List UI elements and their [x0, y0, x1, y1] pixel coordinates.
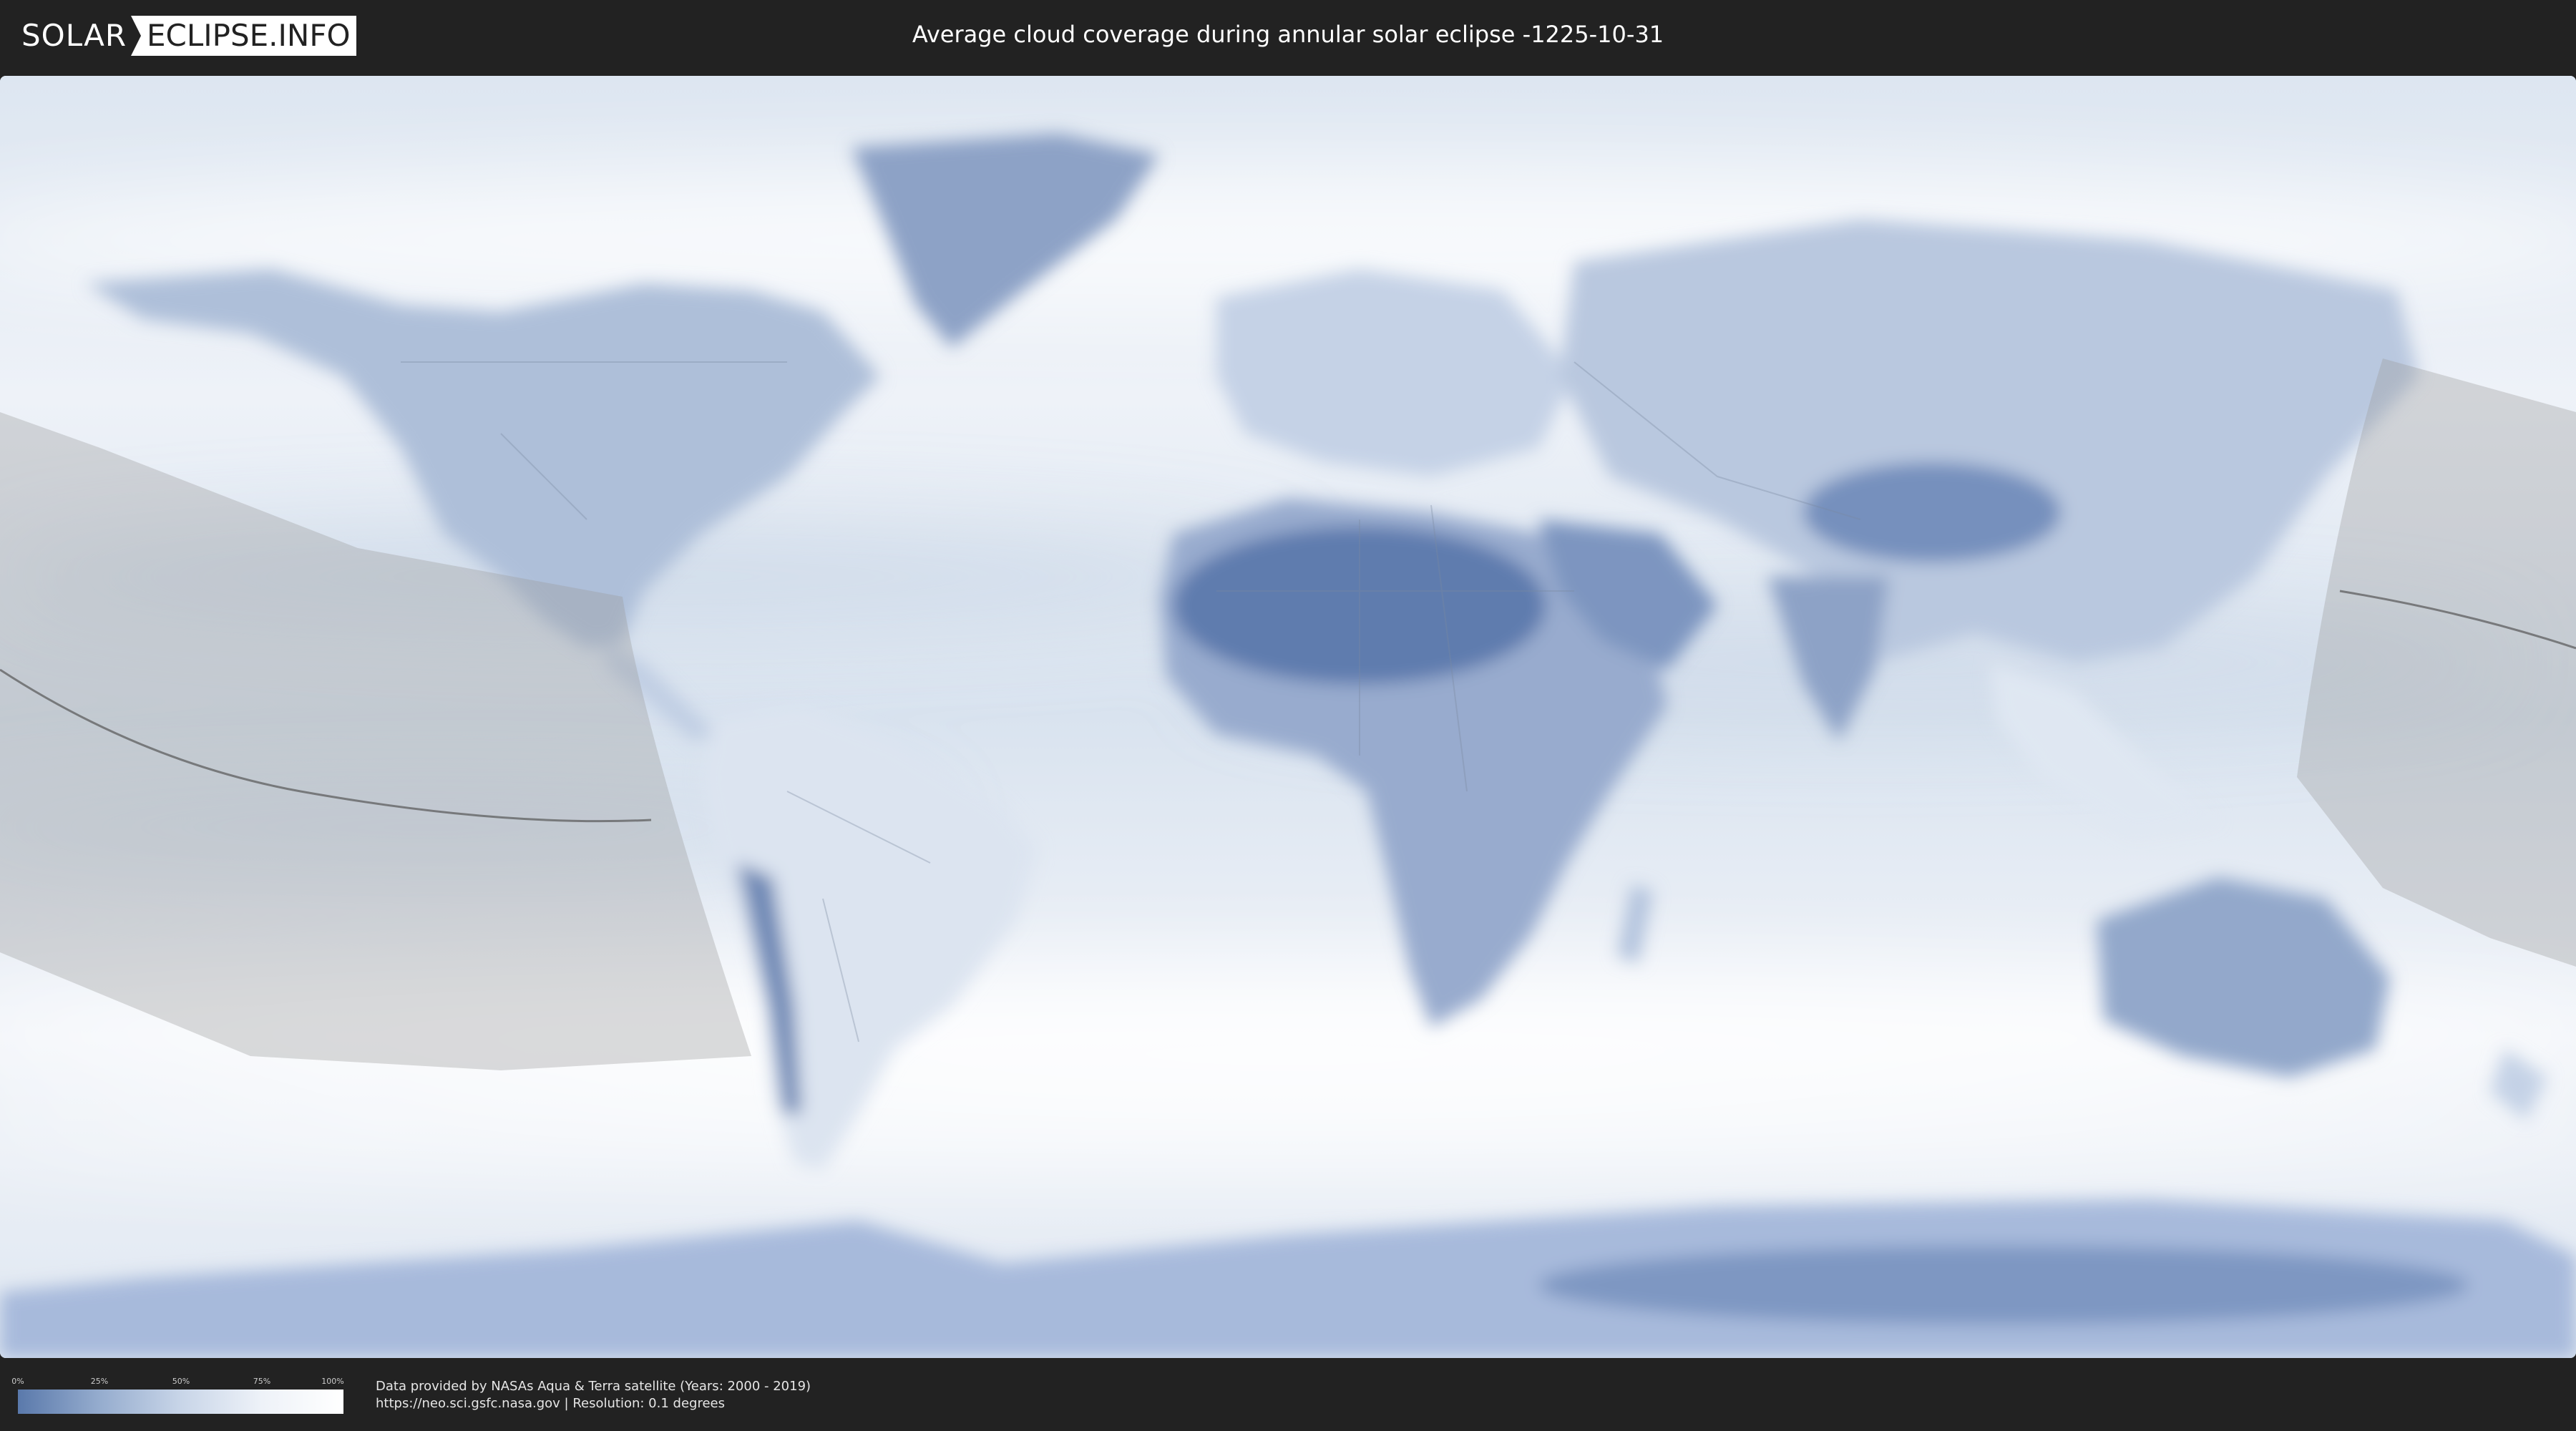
scale-label-0: 0%: [11, 1377, 24, 1386]
scale-label-75: 75%: [253, 1377, 271, 1386]
world-map-svg: [0, 76, 2576, 1358]
data-source-url[interactable]: https://neo.sci.gsfc.nasa.gov | Resoluti…: [376, 1396, 725, 1411]
scale-label-25: 25%: [90, 1377, 109, 1386]
scale-label-50: 50%: [172, 1377, 190, 1386]
page-title: Average cloud coverage during annular so…: [912, 21, 1664, 48]
cloud-coverage-color-scale: [18, 1390, 343, 1414]
footer-bar: [0, 1358, 2576, 1431]
header-bar: SOLAR ECLIPSE.INFO Average cloud coverag…: [0, 0, 2576, 72]
data-credit: Data provided by NASAs Aqua & Terra sate…: [376, 1379, 811, 1394]
cloud-coverage-map[interactable]: [0, 76, 2576, 1358]
cloud-scale-labels: 0% 25% 50% 75% 100%: [11, 1377, 344, 1387]
scale-label-100: 100%: [321, 1377, 344, 1386]
